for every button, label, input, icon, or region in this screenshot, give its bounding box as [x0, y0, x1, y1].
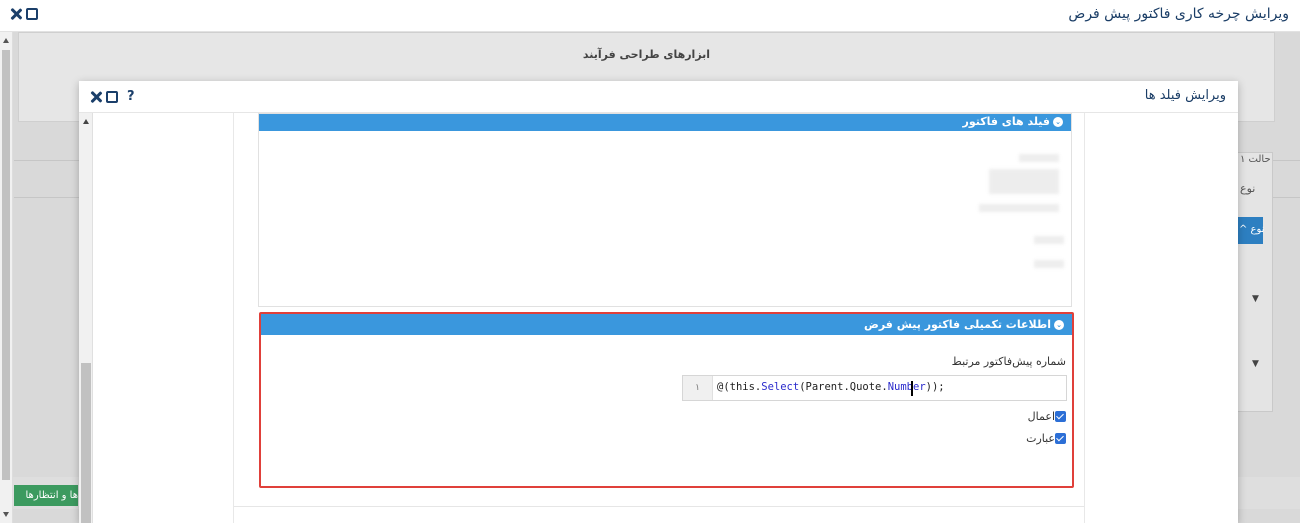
invoice-fields-section: ⌄فیلد های فاکتور — [258, 113, 1072, 307]
background-blue-label: نوع ^ — [1239, 224, 1265, 235]
scroll-up-icon[interactable] — [3, 38, 9, 43]
process-tools-title: ابزارهای طراحی فرآیند — [582, 48, 711, 61]
blurred-content — [989, 169, 1059, 194]
line-number: ۱ — [683, 376, 713, 400]
extra-info-section: ⌄اطلاعات تکمیلی فاکتور پیش فرض شماره پیش… — [259, 312, 1074, 488]
background-green-button: ها و انتظارها — [14, 485, 78, 506]
checkbox-checked-icon[interactable] — [1055, 411, 1066, 422]
section-title: اطلاعات تکمیلی فاکتور پیش فرض — [864, 318, 1051, 331]
invoice-fields-header[interactable]: ⌄فیلد های فاکتور — [259, 114, 1071, 131]
extra-info-header[interactable]: ⌄اطلاعات تکمیلی فاکتور پیش فرض — [261, 314, 1072, 335]
blurred-content — [1019, 154, 1059, 162]
divider — [234, 506, 1084, 507]
close-icon[interactable] — [89, 90, 103, 104]
blurred-content — [1034, 236, 1064, 244]
caret-down-icon: ▼ — [1252, 294, 1259, 304]
maximize-icon[interactable] — [26, 8, 38, 20]
blurred-content — [1034, 260, 1064, 268]
window-title: ویرایش چرخه کاری فاکتور پیش فرض — [1068, 6, 1289, 22]
background-label-state: حالت ۱ — [1240, 154, 1271, 165]
close-icon[interactable] — [9, 7, 23, 21]
dialog-title: ویرایش فیلد ها — [1144, 88, 1226, 103]
background-label-type: نوع — [1240, 182, 1256, 195]
caret-down-icon: ▼ — [1252, 359, 1259, 369]
dialog-header: ویرایش فیلد ها ? — [79, 81, 1238, 113]
dialog-scrollbar[interactable] — [79, 113, 93, 523]
window-header: ویرایش چرخه کاری فاکتور پیش فرض — [0, 0, 1300, 32]
checkbox-label: عبارت — [1026, 432, 1055, 445]
section-title: فیلد های فاکتور — [962, 115, 1050, 128]
scroll-thumb[interactable] — [81, 363, 91, 523]
checkbox-expression[interactable]: عبارت — [1026, 432, 1066, 445]
text-cursor — [911, 381, 913, 396]
page-scrollbar[interactable] — [0, 32, 13, 523]
dialog-content: ⌄فیلد های فاکتور ⌄اطلاعات تکمیلی فاکتور … — [233, 113, 1085, 523]
blurred-content — [979, 204, 1059, 212]
window-controls — [9, 7, 38, 21]
checkbox-checked-icon[interactable] — [1055, 433, 1066, 444]
dialog-controls: ? — [89, 89, 135, 104]
scroll-up-icon[interactable] — [82, 119, 89, 124]
maximize-icon[interactable] — [106, 90, 118, 103]
scroll-thumb[interactable] — [2, 50, 10, 480]
chevron-down-icon: ⌄ — [1053, 117, 1063, 127]
help-icon[interactable]: ? — [127, 89, 135, 104]
related-quote-label: شماره پیش‌فاکتور مرتبط — [951, 355, 1066, 368]
related-quote-code-editor[interactable]: ۱ @(this.Select(Parent.Quote.Number)); — [682, 375, 1067, 401]
edit-fields-dialog: ویرایش فیلد ها ? ⌄فیلد های فاکتور ⌄اطلاع… — [79, 81, 1238, 523]
checkbox-label: اعمال — [1027, 410, 1055, 423]
checkbox-apply[interactable]: اعمال — [1028, 410, 1066, 423]
chevron-down-icon: ⌄ — [1054, 320, 1064, 330]
scroll-down-icon[interactable] — [3, 512, 9, 517]
